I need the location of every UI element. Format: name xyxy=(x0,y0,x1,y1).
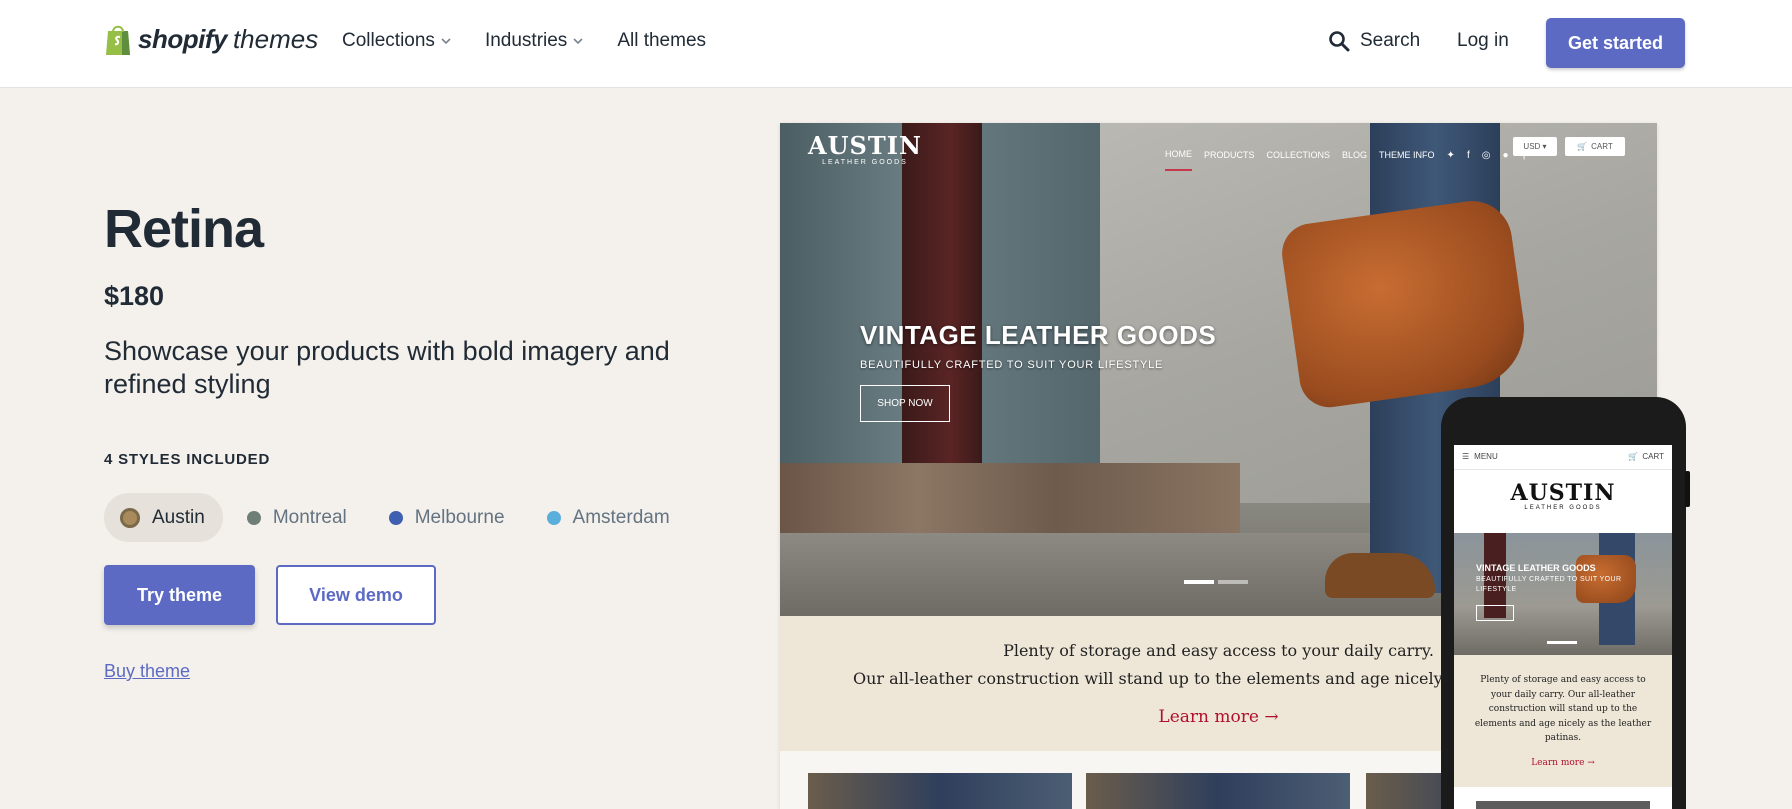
style-swatch xyxy=(546,510,561,525)
preview-nav-home: HOME xyxy=(1165,149,1192,171)
shopify-bag-icon xyxy=(106,25,130,55)
mobile-product-tile xyxy=(1476,801,1650,809)
slideshow-dots xyxy=(1184,580,1248,584)
style-option-melbourne[interactable]: Melbourne xyxy=(373,493,523,542)
preview-nav-theme-info: THEME INFO xyxy=(1379,150,1435,160)
hamburger-icon: ☰ xyxy=(1462,452,1470,461)
preview-hero-subtitle: BEAUTIFULLY CRAFTED TO SUIT YOUR LIFESTY… xyxy=(860,359,1164,371)
style-option-amsterdam[interactable]: Amsterdam xyxy=(531,493,688,542)
preview-hero-title: VINTAGE LEATHER GOODS xyxy=(860,320,1217,350)
preview-nav: HOME PRODUCTS COLLECTIONS BLOG THEME INF… xyxy=(1165,139,1528,171)
buy-theme-link[interactable]: Buy theme xyxy=(104,661,190,682)
theme-title: Retina xyxy=(104,199,264,259)
brand-sub: themes xyxy=(232,23,319,54)
try-theme-button[interactable]: Try theme xyxy=(104,565,255,625)
search-button[interactable]: Search xyxy=(1328,30,1420,52)
get-started-button[interactable]: Get started xyxy=(1546,18,1685,68)
preview-nav-blog: BLOG xyxy=(1342,150,1368,160)
facebook-icon: f xyxy=(1466,149,1470,161)
caret-down-icon: ▾ xyxy=(1542,142,1547,151)
mobile-preview[interactable]: ☰ MENU 🛒 CART AUSTIN LEATHER GOODS VINTA… xyxy=(1441,397,1690,809)
theme-price: $180 xyxy=(104,281,165,311)
view-demo-button[interactable]: View demo xyxy=(276,565,436,625)
mobile-text-section: Plenty of storage and easy access to you… xyxy=(1454,655,1672,787)
style-selector: Austin Montreal Melbourne Amsterdam xyxy=(104,493,688,542)
nav-all-themes[interactable]: All themes xyxy=(617,30,706,52)
shopify-themes-logo[interactable]: shopify themes xyxy=(104,22,318,56)
cart-icon: 🛒 xyxy=(1628,452,1639,461)
mobile-learn-more: Learn more → xyxy=(1531,758,1595,768)
nav-industries[interactable]: Industries xyxy=(485,30,583,52)
mobile-store-logo: AUSTIN LEATHER GOODS xyxy=(1510,480,1616,511)
cart-icon: 🛒 xyxy=(1577,142,1588,151)
nav-collections[interactable]: Collections xyxy=(342,30,451,52)
style-option-montreal[interactable]: Montreal xyxy=(231,493,365,542)
product-tile xyxy=(808,773,1072,809)
style-swatch xyxy=(120,507,140,528)
instagram-icon: ◎ xyxy=(1481,149,1491,161)
preview-nav-products: PRODUCTS xyxy=(1204,150,1255,160)
account-icon: ● xyxy=(1502,149,1509,161)
product-tile xyxy=(1086,773,1350,809)
search-icon xyxy=(1329,31,1350,52)
mobile-top-bar: ☰ MENU 🛒 CART xyxy=(1454,445,1672,470)
login-link[interactable]: Log in xyxy=(1457,30,1509,52)
chevron-down-icon xyxy=(441,38,451,45)
currency-selector: USD ▾ xyxy=(1513,137,1557,156)
leather-bag-image xyxy=(1278,195,1532,412)
styles-included-label: 4 STYLES INCLUDED xyxy=(104,451,271,468)
chevron-down-icon xyxy=(573,38,583,45)
style-swatch xyxy=(388,510,403,525)
preview-nav-collections: COLLECTIONS xyxy=(1266,150,1331,160)
mobile-hero-image: VINTAGE LEATHER GOODS BEAUTIFULLY CRAFTE… xyxy=(1454,533,1672,655)
twitter-icon: ✦ xyxy=(1446,149,1455,161)
top-navigation-bar: shopify themes Collections Industries Al… xyxy=(0,0,1792,88)
search-label: Search xyxy=(1360,30,1421,51)
preview-cart: 🛒 CART xyxy=(1565,137,1625,156)
preview-store-logo: AUSTIN LEATHER GOODS xyxy=(808,131,922,167)
theme-description: Showcase your products with bold imagery… xyxy=(104,336,670,399)
mobile-screen: ☰ MENU 🛒 CART AUSTIN LEATHER GOODS VINTA… xyxy=(1454,445,1672,809)
style-swatch xyxy=(246,510,261,525)
style-option-austin[interactable]: Austin xyxy=(104,493,223,542)
main-nav: Collections Industries All themes xyxy=(342,30,706,52)
brand-name: shopify xyxy=(138,23,227,54)
preview-shop-now-button: SHOP NOW xyxy=(860,385,950,422)
